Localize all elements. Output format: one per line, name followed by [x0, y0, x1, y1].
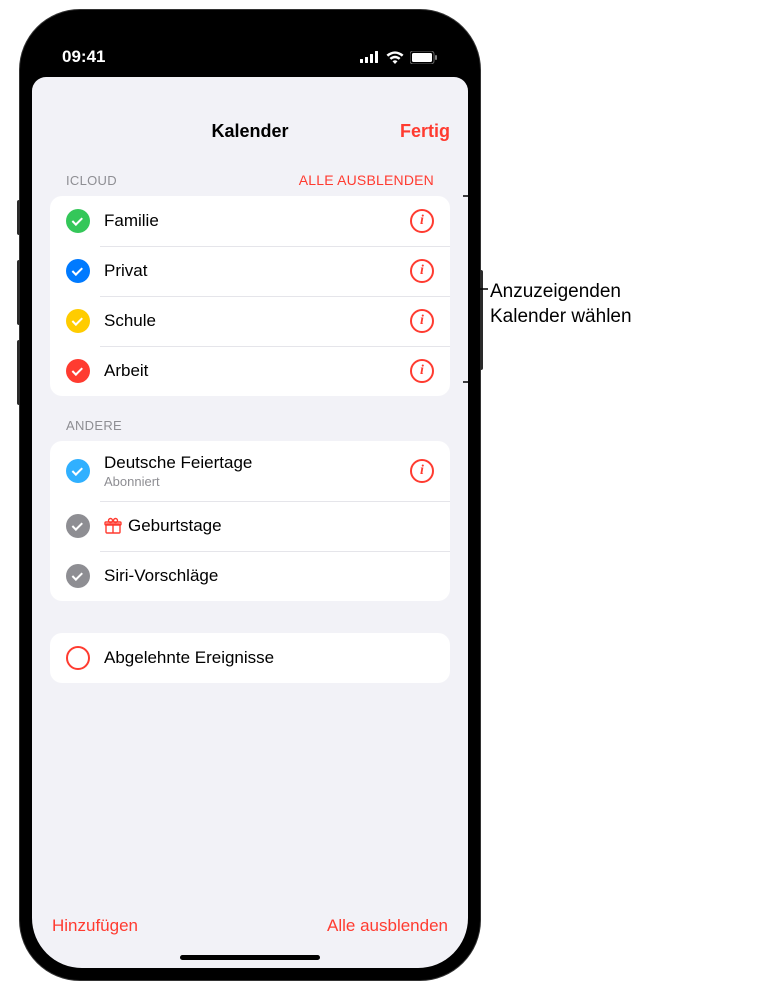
sheet-header: Kalender Fertig	[32, 102, 468, 160]
calendar-label: Arbeit	[104, 361, 410, 381]
calendar-row-schule[interactable]: Schule i	[50, 296, 450, 346]
add-calendar-button[interactable]: Hinzufügen	[52, 916, 138, 936]
gift-icon	[104, 517, 122, 535]
mute-switch	[17, 200, 20, 235]
phone-frame: 09:41	[20, 10, 480, 980]
info-icon[interactable]: i	[410, 459, 434, 483]
calendar-label: Geburtstage	[128, 516, 222, 536]
info-icon[interactable]: i	[410, 309, 434, 333]
calendar-label: Deutsche Feiertage	[104, 453, 410, 473]
callout-line1: Anzuzeigenden	[490, 281, 621, 302]
battery-icon	[410, 51, 438, 64]
done-button[interactable]: Fertig	[400, 121, 450, 142]
info-icon[interactable]: i	[410, 259, 434, 283]
volume-down	[17, 340, 20, 405]
list-group-declined: Abgelehnte Ereignisse	[50, 633, 450, 683]
list-group-andere: Deutsche Feiertage Abonniert i	[50, 441, 450, 601]
checkmark-privat[interactable]	[66, 259, 90, 283]
section-header-andere: ANDERE	[50, 396, 450, 441]
checkmark-familie[interactable]	[66, 209, 90, 233]
calendar-row-siri[interactable]: Siri-Vorschläge	[50, 551, 450, 601]
cellular-icon	[360, 51, 380, 63]
calendar-label: Privat	[104, 261, 410, 281]
checkmark-feiertage[interactable]	[66, 459, 90, 483]
section-header-icloud: ICLOUD ALLE AUSBLENDEN	[50, 160, 450, 196]
hide-all-button[interactable]: Alle ausblenden	[327, 916, 448, 936]
list-group-icloud: Familie i Privat i Schule i	[50, 196, 450, 396]
calendar-label: Siri-Vorschläge	[104, 566, 434, 586]
screen: 09:41	[32, 22, 468, 968]
checkmark-geburtstage[interactable]	[66, 514, 90, 538]
calendars-sheet: Kalender Fertig ICLOUD ALLE AUSBLENDEN F…	[32, 102, 468, 968]
calendar-row-declined[interactable]: Abgelehnte Ereignisse	[50, 633, 450, 683]
calendar-label: Familie	[104, 211, 410, 231]
info-icon[interactable]: i	[410, 359, 434, 383]
home-indicator[interactable]	[180, 955, 320, 960]
calendar-row-familie[interactable]: Familie i	[50, 196, 450, 246]
callout-line2: Kalender wählen	[490, 306, 632, 327]
volume-up	[17, 260, 20, 325]
calendar-sublabel: Abonniert	[104, 474, 410, 489]
calendar-label: Abgelehnte Ereignisse	[104, 648, 434, 668]
checkmark-arbeit[interactable]	[66, 359, 90, 383]
calendar-label: Schule	[104, 311, 410, 331]
status-right	[360, 51, 438, 64]
status-time: 09:41	[62, 47, 105, 67]
checkmark-siri[interactable]	[66, 564, 90, 588]
hide-all-icloud-button[interactable]: ALLE AUSBLENDEN	[299, 172, 434, 188]
sheet-content: ICLOUD ALLE AUSBLENDEN Familie i Privat …	[32, 160, 468, 900]
checkmark-declined[interactable]	[66, 646, 90, 670]
calendar-row-privat[interactable]: Privat i	[50, 246, 450, 296]
calendar-row-arbeit[interactable]: Arbeit i	[50, 346, 450, 396]
callout-text: Anzuzeigenden Kalender wählen	[490, 280, 632, 329]
sheet-title: Kalender	[211, 121, 288, 142]
checkmark-schule[interactable]	[66, 309, 90, 333]
calendar-row-geburtstage[interactable]: Geburtstage	[50, 501, 450, 551]
wifi-icon	[386, 51, 404, 64]
section-label-andere: ANDERE	[66, 418, 122, 433]
info-icon[interactable]: i	[410, 209, 434, 233]
dynamic-island	[185, 37, 315, 73]
section-label-icloud: ICLOUD	[66, 173, 117, 188]
calendar-row-feiertage[interactable]: Deutsche Feiertage Abonniert i	[50, 441, 450, 501]
